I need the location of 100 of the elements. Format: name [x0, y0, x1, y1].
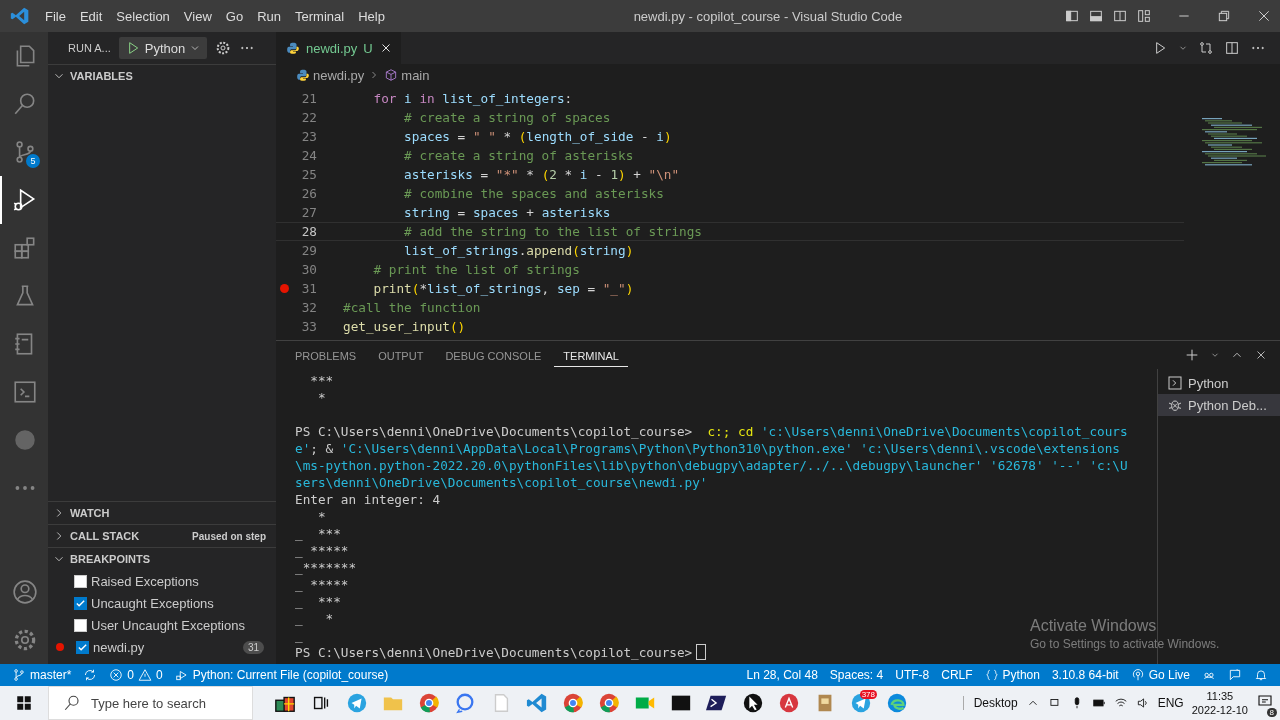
code-line: get_user_input() [343, 319, 466, 334]
status-item[interactable]: CRLF [935, 668, 979, 682]
checkbox[interactable] [76, 640, 89, 654]
toolbar-button[interactable]: Desktop [962, 696, 1018, 710]
menu-item[interactable]: Go [218, 5, 251, 27]
configuration-dropdown[interactable]: Python [118, 37, 208, 59]
status-item[interactable]: Ln 28, Col 48 [740, 668, 824, 682]
bug-icon [1167, 397, 1183, 413]
minimap-drawing[interactable] [1202, 118, 1266, 168]
terminal-list-item[interactable]: Python Deb... [1158, 394, 1280, 416]
braces-icon [984, 668, 999, 682]
terminal-list-item[interactable]: Python [1158, 372, 1280, 394]
branch-icon [12, 668, 26, 682]
clock[interactable]: 11:35 2022-12-10 [1191, 689, 1248, 717]
section-header[interactable]: CALL STACK Paused on step [48, 524, 276, 547]
panel-tab[interactable]: DEBUG CONSOLE [436, 343, 551, 367]
split-editor-icon[interactable] [1224, 40, 1240, 56]
language-indicator[interactable]: ENG [1157, 696, 1184, 710]
breadcrumb-item[interactable]: main [384, 67, 430, 83]
sidebar-layout-icon[interactable] [1064, 8, 1080, 24]
breakpoint-item[interactable]: Uncaught Exceptions [48, 592, 276, 614]
status-item[interactable]: 3.10.8 64-bit [1045, 668, 1125, 682]
status-item[interactable]: Python: Current File (copilot_course) [168, 668, 395, 682]
menu-item[interactable]: Edit [72, 5, 110, 27]
error-icon [109, 668, 124, 682]
terminal-line: * [316, 390, 326, 405]
search-icon [63, 694, 81, 712]
close-icon[interactable] [1256, 8, 1272, 24]
line-number: 28 [300, 224, 318, 239]
problems-status[interactable]: 0 0 [103, 668, 169, 682]
menu-item[interactable]: Help [351, 5, 392, 27]
window-title: newdi.py - copilot_course - Visual Studio Code [632, 8, 904, 24]
warning-icon [138, 668, 153, 682]
layout-icon[interactable] [1136, 8, 1152, 24]
compare-icon[interactable] [1198, 40, 1214, 56]
restore-icon[interactable] [1216, 8, 1232, 24]
menu-item[interactable]: Run [250, 5, 288, 27]
breakpoint-dot[interactable] [280, 284, 289, 293]
section-header[interactable]: VARIABLES [48, 64, 276, 87]
checkbox[interactable] [74, 618, 87, 632]
status-item[interactable]: Go Live [1124, 668, 1196, 682]
status-item[interactable]: UTF-8 [889, 668, 936, 682]
section-header[interactable]: WATCH [48, 501, 276, 524]
editor-tab[interactable]: newdi.py U [276, 32, 401, 64]
terminal-line: _ ***** [295, 577, 349, 592]
app-logo-icon[interactable] [526, 692, 548, 714]
terminal-line: _ * [295, 611, 334, 626]
terminal-cursor [696, 644, 707, 660]
add-icon[interactable] [1184, 347, 1200, 363]
sync-icon[interactable] [83, 668, 98, 682]
breakpoint-item[interactable]: newdi.py 31 [48, 636, 276, 658]
code-line: string = spaces + asterisks [403, 205, 611, 220]
panel-layout-icon[interactable] [1088, 8, 1104, 24]
acrobat-icon[interactable] [778, 692, 800, 714]
edge-icon[interactable] [886, 692, 908, 714]
menu-item[interactable]: Selection [109, 5, 177, 27]
account-icon[interactable] [12, 579, 38, 605]
breakpoint-item[interactable]: Raised Exceptions [48, 570, 276, 592]
settings-icon[interactable] [215, 40, 232, 56]
status-item[interactable]: Spaces: 4 [823, 668, 890, 682]
search-field[interactable]: Type here to search [48, 686, 253, 720]
chrome-icon[interactable] [418, 692, 440, 714]
feedback-icon[interactable] [1228, 668, 1242, 682]
status-item[interactable]: master* [6, 668, 78, 682]
code-line: for i in list_of_integers: [372, 91, 573, 106]
chrome-icon[interactable] [562, 692, 584, 714]
split-layout-icon[interactable] [1112, 8, 1128, 24]
play-bug-icon[interactable] [12, 187, 38, 213]
checkbox[interactable] [74, 574, 87, 588]
terminal-line: *** [309, 373, 334, 388]
breakpoint-item[interactable]: User Uncaught Exceptions [48, 614, 276, 636]
bell-icon[interactable] [1254, 668, 1268, 682]
line-number: 32 [300, 300, 318, 315]
checkbox[interactable] [74, 596, 87, 610]
panel-tab[interactable]: PROBLEMS [286, 343, 366, 367]
terminal-line: * [316, 509, 326, 524]
cursor-icon[interactable] [742, 692, 764, 714]
panel-tab[interactable]: TERMINAL [554, 343, 628, 367]
section-header[interactable]: BREAKPOINTS [48, 547, 276, 570]
chrome-icon[interactable] [598, 692, 620, 714]
terminal-line: _ [295, 628, 303, 643]
line-number: 24 [300, 148, 318, 163]
speaker-icon[interactable] [1135, 696, 1150, 710]
code-line: print(*list_of_strings, sep = "_") [372, 281, 634, 296]
menu-item[interactable]: View [176, 5, 219, 27]
windows-logo-icon[interactable] [15, 694, 33, 712]
menu-item[interactable]: Terminal [288, 5, 352, 27]
battery-icon[interactable] [1091, 696, 1106, 710]
terminal-icon[interactable] [12, 379, 38, 405]
count-badge: 8 [1266, 707, 1277, 717]
line-number: 23 [300, 129, 318, 144]
paper-plane-icon[interactable] [346, 692, 368, 714]
panel-tab[interactable]: OUTPUT [369, 343, 433, 367]
chat-bubble-icon[interactable] [454, 692, 476, 714]
code-line: # add the string to the list of strings [403, 224, 702, 239]
line-number: 25 [300, 167, 318, 182]
breadcrumb-item[interactable]: newdi.py [296, 67, 365, 83]
menu-item[interactable]: File [38, 5, 73, 27]
status-item[interactable]: Python [978, 668, 1046, 682]
terminal-line: Enter an integer: 4 [295, 492, 441, 507]
